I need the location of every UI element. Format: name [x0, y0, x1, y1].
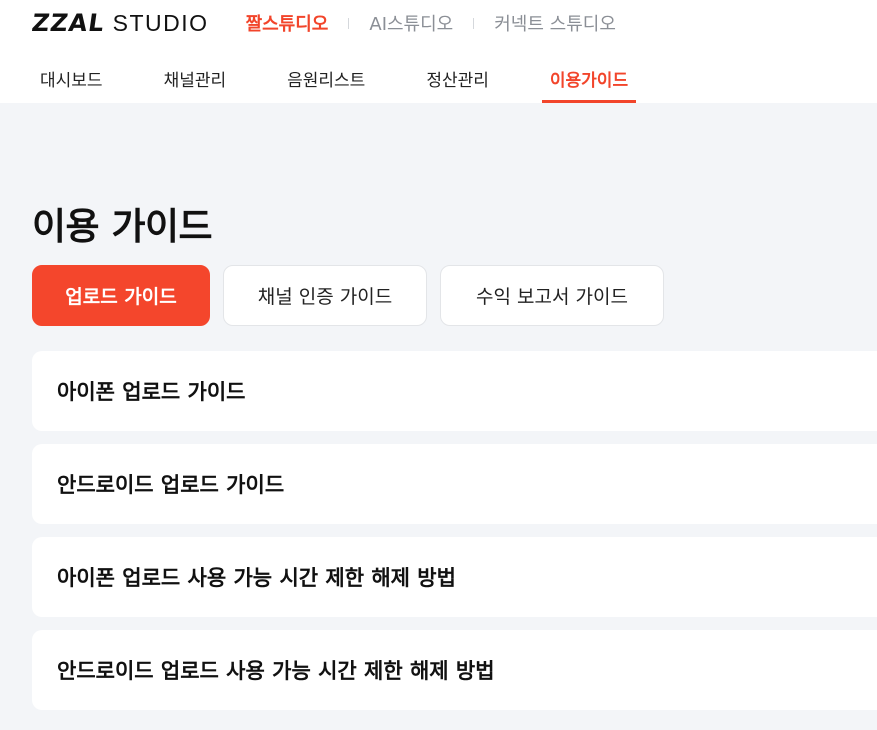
brand-logo[interactable]: ZZAL STUDIO [30, 0, 209, 46]
nav-item-music-list[interactable]: 음원리스트 [279, 58, 373, 103]
tab-revenue-report-guide[interactable]: 수익 보고서 가이드 [440, 265, 664, 326]
studio-link-connect[interactable]: 커넥트 스튜디오 [494, 10, 616, 36]
main-nav: 대시보드 채널관리 음원리스트 정산관리 이용가이드 [32, 58, 681, 103]
studio-switcher: 짤스튜디오 AI스튜디오 커넥트 스튜디오 [246, 10, 616, 36]
guide-item[interactable]: 아이폰 업로드 가이드 [32, 351, 877, 431]
guide-list: 아이폰 업로드 가이드 안드로이드 업로드 가이드 아이폰 업로드 사용 가능 … [32, 351, 877, 723]
divider [348, 17, 350, 29]
nav-item-guide[interactable]: 이용가이드 [541, 58, 637, 103]
guide-tabs: 업로드 가이드 채널 인증 가이드 수익 보고서 가이드 [32, 265, 677, 326]
studio-link-ai[interactable]: AI스튜디오 [369, 10, 453, 36]
guide-item-title: 아이폰 업로드 사용 가능 시간 제한 해제 방법 [57, 566, 456, 590]
page-title: 이용 가이드 [32, 205, 213, 248]
nav-item-dashboard[interactable]: 대시보드 [32, 58, 111, 103]
logo-mark: ZZAL [30, 9, 107, 37]
nav-item-settlement[interactable]: 정산관리 [418, 58, 497, 103]
topbar: ZZAL STUDIO 짤스튜디오 AI스튜디오 커넥트 스튜디오 [30, 0, 616, 46]
guide-item-title: 안드로이드 업로드 가이드 [57, 473, 285, 497]
tab-upload-guide[interactable]: 업로드 가이드 [32, 265, 210, 326]
guide-item-title: 아이폰 업로드 가이드 [57, 380, 246, 404]
guide-item-title: 안드로이드 업로드 사용 가능 시간 제한 해제 방법 [57, 659, 495, 683]
nav-item-channels[interactable]: 채널관리 [156, 58, 235, 103]
guide-item[interactable]: 안드로이드 업로드 가이드 [32, 444, 877, 524]
studio-link-zzal[interactable]: 짤스튜디오 [246, 10, 329, 36]
logo-text: STUDIO [112, 9, 209, 36]
header: ZZAL STUDIO 짤스튜디오 AI스튜디오 커넥트 스튜디오 대시보드 채… [0, 0, 877, 103]
guide-item[interactable]: 안드로이드 업로드 사용 가능 시간 제한 해제 방법 [32, 630, 877, 710]
divider [473, 17, 475, 29]
guide-item[interactable]: 아이폰 업로드 사용 가능 시간 제한 해제 방법 [32, 537, 877, 617]
tab-channel-verification-guide[interactable]: 채널 인증 가이드 [223, 265, 427, 326]
